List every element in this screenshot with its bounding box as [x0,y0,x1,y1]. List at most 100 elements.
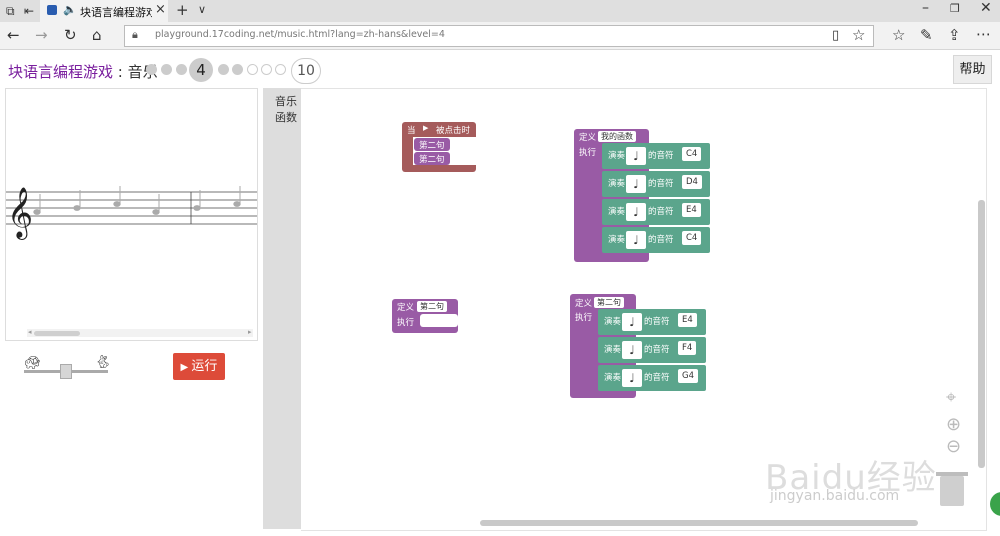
quarter-note-icon[interactable]: ♩ [626,231,646,249]
note-value-field[interactable]: G4 [678,369,698,383]
tab-close-icon[interactable]: × [155,2,166,17]
call-block[interactable]: 第二句 [414,138,450,151]
minimize-icon[interactable]: – [922,0,929,16]
zoom-in-icon[interactable]: ⊕ [946,414,961,435]
play-label: 演奏 [608,179,626,189]
more-icon[interactable]: ⋯ [976,26,991,42]
call-block-label: 第二句 [419,141,445,151]
workspace-vertical-scrollbar[interactable] [978,200,985,468]
function-name-field[interactable]: 我的函数 [598,131,636,142]
level-dot-3[interactable] [176,64,187,75]
scroll-left-icon[interactable]: ◂ [28,328,32,336]
app-name: 块语言编程游戏 [8,63,114,81]
play-note-block[interactable]: 演奏 ♩ 的音符 C4 [602,143,710,169]
note-value-field[interactable]: C4 [682,231,702,245]
last-level-badge[interactable]: 10 [291,58,321,84]
help-button[interactable]: 帮助 [953,55,992,84]
note-value-field[interactable]: E4 [678,313,697,327]
refresh-icon[interactable]: ↻ [64,27,77,43]
tab-manager-icon[interactable]: ⧉ [6,3,15,19]
pen-icon[interactable]: ✎ [920,27,933,43]
play-note-block[interactable]: 演奏 ♩ 的音符 F4 [598,337,706,363]
note-of-label: 的音符 [648,151,674,161]
hare-icon: 🐇︎ [95,355,112,370]
function-name-field[interactable]: 第二句 [594,297,624,308]
note-value-field[interactable]: D4 [682,175,702,189]
play-note-block[interactable]: 演奏 ♩ 的音符 D4 [602,171,710,197]
quarter-note-icon[interactable]: ♩ [626,147,646,165]
tab-title: 块语言编程游戏：音 [80,6,152,19]
favorite-star-icon[interactable]: ☆ [852,27,865,43]
zoom-out-icon[interactable]: ⊖ [946,436,961,457]
url-text[interactable]: playground.17coding.net/music.html?lang=… [155,29,445,40]
title-separator: : [113,63,128,81]
level-dot-7[interactable] [247,64,258,75]
note-of-label: 的音符 [644,317,670,327]
note-value-field[interactable]: F4 [678,341,697,355]
flag-play-icon: ▶ [423,124,429,132]
music-stage: 𝄞 [5,88,258,341]
quarter-note-icon[interactable]: ♩ [626,175,646,193]
reading-view-icon[interactable]: ▯ [832,28,839,44]
level-dot-5[interactable] [218,64,229,75]
play-note-block[interactable]: 演奏 ♩ 的音符 C4 [602,227,710,253]
toolbox-category-music[interactable]: 音乐 [275,93,297,109]
note-of-label: 的音符 [648,179,674,189]
toolbox-category-functions[interactable]: 函数 [275,109,297,125]
play-note-block[interactable]: 演奏 ♩ 的音符 E4 [602,199,710,225]
trash-icon[interactable] [940,476,964,506]
do-label: 执行 [579,148,597,158]
call-block[interactable]: 第二句 [414,152,450,165]
level-dot-6[interactable] [232,64,243,75]
stage-scroll-thumb[interactable] [34,331,80,336]
floating-badge[interactable] [990,492,1000,516]
note-of-label: 的音符 [648,207,674,217]
level-dot-9[interactable] [275,64,286,75]
tab-back-icon[interactable]: ⇤ [24,3,34,19]
do-label: 执行 [575,313,593,323]
quarter-note-icon[interactable]: ♩ [622,341,642,359]
note-of-label: 的音符 [648,235,674,245]
level-dot-2[interactable] [161,64,172,75]
new-tab-icon[interactable]: + [176,1,189,19]
level-dot-8[interactable] [261,64,272,75]
treble-clef-icon: 𝄞 [7,187,33,240]
tortoise-icon: 🐢︎ [24,356,41,371]
scroll-right-icon[interactable]: ▸ [248,328,252,336]
lock-icon: 🔒︎ [132,28,138,41]
quarter-note-icon[interactable]: ♩ [622,369,642,387]
empty-function-slot [420,314,458,327]
back-icon[interactable]: ← [7,27,20,43]
play-label: 演奏 [608,151,626,161]
play-note-block[interactable]: 演奏 ♩ 的音符 E4 [598,309,706,335]
current-level-badge[interactable]: 4 [189,58,213,82]
close-icon[interactable]: ✕ [980,0,992,16]
tab-list-chevron-icon[interactable]: ∨ [198,3,206,16]
restore-icon[interactable]: ❐ [950,2,960,15]
play-label: 演奏 [608,207,626,217]
quarter-note-icon[interactable]: ♩ [622,313,642,331]
play-label: 演奏 [604,345,622,355]
note-value-field[interactable]: C4 [682,147,702,161]
note-value-field[interactable]: E4 [682,203,701,217]
trash-lid [936,472,968,476]
define-label: 定义 [575,299,593,309]
workspace-horizontal-scrollbar[interactable] [480,520,918,526]
quarter-note-icon[interactable]: ♩ [626,203,646,221]
speaker-icon[interactable]: 🔈 [63,3,77,16]
share-icon[interactable]: ⇪ [948,27,961,43]
home-icon[interactable]: ⌂ [92,27,102,43]
block-toolbox [263,88,301,529]
play-label: 演奏 [604,317,622,327]
function-name-field[interactable]: 第二句 [417,301,447,312]
play-note-block[interactable]: 演奏 ♩ 的音符 G4 [598,365,706,391]
site-favicon [47,5,57,15]
center-icon[interactable]: ⌖ [946,387,956,408]
define-label: 定义 [579,133,597,143]
run-button[interactable]: ▶ 运行 [173,353,225,380]
favorites-icon[interactable]: ☆ [892,27,905,43]
forward-icon[interactable]: → [35,27,48,43]
speed-slider-thumb[interactable] [60,364,72,379]
do-label: 执行 [397,318,415,328]
level-dot-1[interactable] [146,64,157,75]
